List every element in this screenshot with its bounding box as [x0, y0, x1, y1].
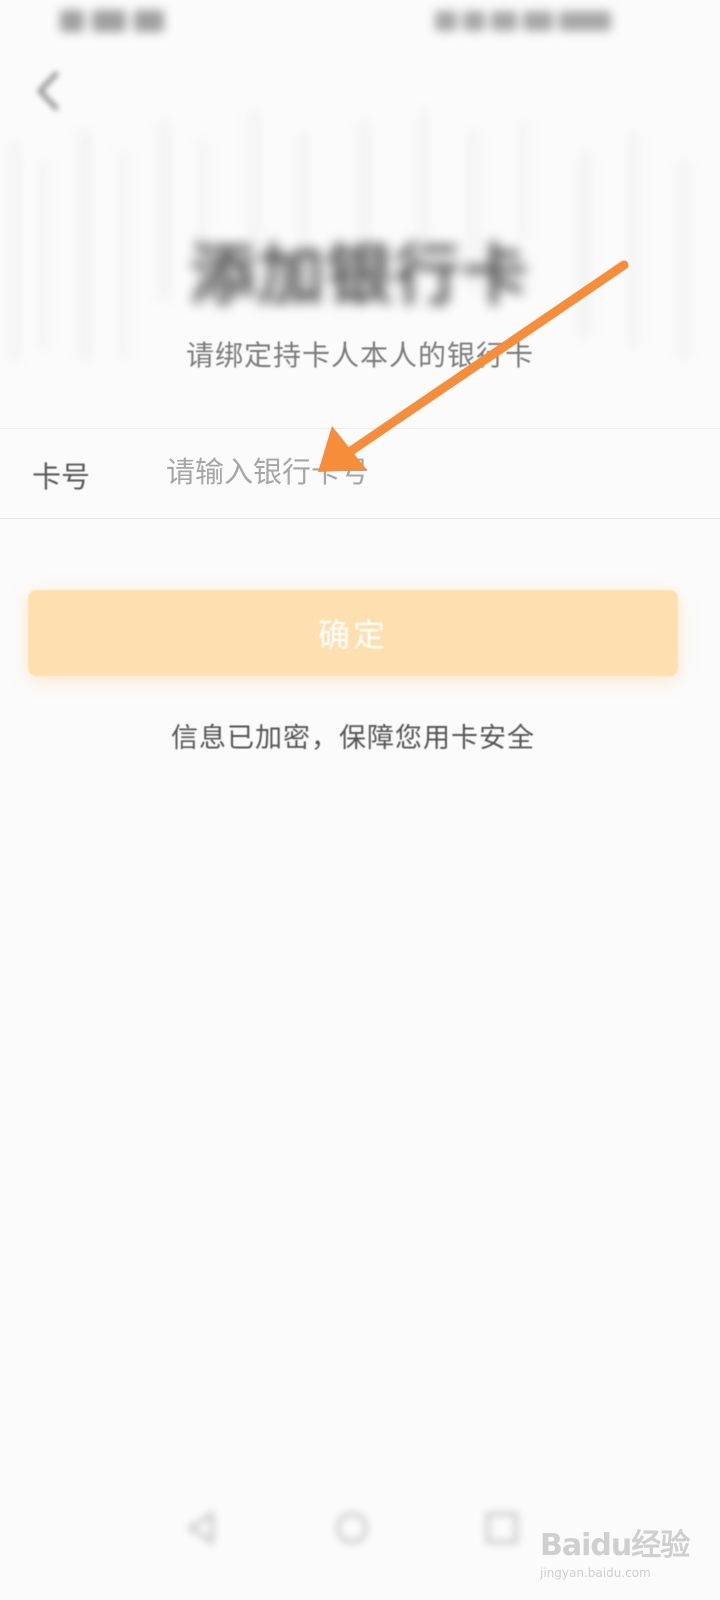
nav-home-icon[interactable] — [332, 1508, 372, 1548]
card-number-label: 卡号 — [32, 460, 91, 494]
divider — [0, 518, 720, 519]
status-bar-left — [60, 10, 190, 44]
security-note: 信息已加密，保障您用卡安全 — [171, 723, 535, 754]
page-subtitle: 请绑定持卡人本人的银行卡 — [185, 339, 534, 372]
card-number-input[interactable] — [160, 446, 692, 498]
divider — [0, 428, 720, 429]
page-title: 添加银行卡 — [190, 237, 530, 314]
status-bar — [0, 0, 720, 56]
add-bank-card-page: 添加银行卡 请绑定持卡人本人的银行卡 卡号 确定 信息已加密，保障您用卡安全 B… — [0, 0, 720, 1600]
status-bar-right — [435, 10, 650, 44]
nav-recents-icon[interactable] — [482, 1508, 522, 1548]
baidu-watermark: Baidu经验 jingyan.baidu.com — [540, 1520, 700, 1580]
nav-back-icon[interactable] — [182, 1508, 222, 1548]
watermark-url: jingyan.baidu.com — [540, 1566, 651, 1580]
confirm-button[interactable]: 确定 — [28, 590, 678, 676]
watermark-brand: Baidu经验 — [540, 1528, 690, 1563]
